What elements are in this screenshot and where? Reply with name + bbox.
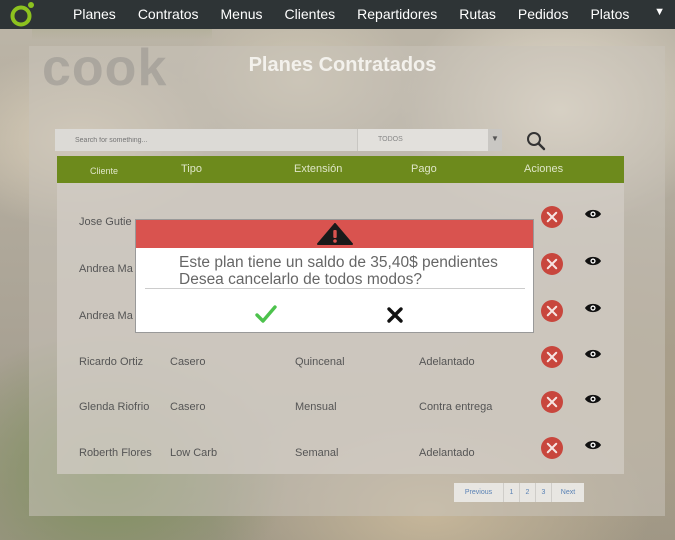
eye-icon[interactable]	[584, 439, 602, 451]
column-header-pago[interactable]: Pago	[411, 163, 437, 175]
cell-pago: Adelantado	[419, 447, 475, 459]
pagination-page-2[interactable]: 2	[520, 483, 536, 502]
nav-item-pedidos[interactable]: Pedidos	[507, 0, 580, 29]
cell-cliente: Ricardo Ortiz	[79, 356, 144, 368]
pagination-page-3[interactable]: 3	[536, 483, 552, 502]
pagination-previous-button[interactable]: Previous	[454, 483, 504, 502]
nav-menu: Planes Contratos Menus Clientes Repartid…	[62, 0, 640, 29]
nav-item-platos[interactable]: Platos	[579, 0, 640, 29]
page-title: Planes Contratados	[248, 54, 437, 76]
cell-tipo: Low Carb	[170, 447, 218, 459]
nav-item-menus[interactable]: Menus	[210, 0, 274, 29]
check-icon[interactable]	[254, 303, 278, 325]
cell-cliente: Andrea Ma	[79, 263, 133, 275]
nav-item-repartidores[interactable]: Repartidores	[346, 0, 448, 29]
dialog-message-line-2: Desea cancelarlo de todos modos?	[179, 271, 422, 288]
eye-icon[interactable]	[584, 348, 602, 360]
table-row: Roberth Flores Low Carb Semanal Adelanta…	[57, 434, 624, 474]
table-header: Cliente Tipo Extensión Pago Aciones	[57, 156, 624, 183]
filter-selected-value: TODOS	[378, 136, 403, 143]
eye-icon[interactable]	[584, 255, 602, 267]
dialog-header	[136, 220, 533, 248]
delete-button[interactable]	[541, 346, 563, 368]
confirm-cancel-dialog: Este plan tiene un saldo de 35,40$ pendi…	[135, 219, 534, 333]
cell-cliente: Glenda Riofrio	[79, 401, 150, 413]
warning-triangle-icon	[317, 223, 353, 245]
cell-tipo: Casero	[170, 356, 206, 368]
nav-item-clientes[interactable]: Clientes	[274, 0, 347, 29]
dialog-message: Este plan tiene un saldo de 35,40$ pendi…	[179, 254, 498, 288]
cell-cliente: Andrea Ma	[79, 310, 133, 322]
cell-cliente: Jose Gutie	[79, 216, 132, 228]
filter-select[interactable]: TODOS ▼	[357, 129, 502, 151]
search-row: TODOS ▼	[55, 129, 502, 151]
cell-pago: Adelantado	[419, 356, 475, 368]
cell-tipo: Casero	[170, 401, 206, 413]
column-header-extension[interactable]: Extensión	[294, 163, 342, 175]
cell-cliente: Roberth Flores	[79, 447, 152, 459]
pagination-page-1[interactable]: 1	[504, 483, 520, 502]
cell-extension: Quincenal	[295, 356, 345, 368]
delete-button[interactable]	[541, 206, 563, 228]
dialog-message-line-1: Este plan tiene un saldo de 35,40$ pendi…	[179, 254, 498, 271]
dialog-divider	[145, 288, 525, 289]
delete-button[interactable]	[541, 300, 563, 322]
delete-button[interactable]	[541, 253, 563, 275]
search-icon[interactable]	[526, 131, 546, 151]
eye-icon[interactable]	[584, 208, 602, 220]
close-x-icon[interactable]	[385, 305, 405, 325]
eye-icon[interactable]	[584, 393, 602, 405]
top-navbar: Planes Contratos Menus Clientes Repartid…	[0, 0, 675, 29]
nav-dropdown-caret-icon[interactable]: ▼	[654, 6, 665, 18]
cell-pago: Contra entrega	[419, 401, 493, 413]
delete-button[interactable]	[541, 437, 563, 459]
column-header-tipo[interactable]: Tipo	[181, 163, 202, 175]
table-row: Ricardo Ortiz Casero Quincenal Adelantad…	[57, 343, 624, 383]
table-row: Glenda Riofrio Casero Mensual Contra ent…	[57, 388, 624, 428]
column-header-acciones: Aciones	[524, 163, 564, 175]
pagination: Previous 1 2 3 Next	[454, 483, 584, 502]
logo-mark-icon[interactable]	[10, 1, 36, 27]
eye-icon[interactable]	[584, 302, 602, 314]
cell-extension: Semanal	[295, 447, 339, 459]
chevron-down-icon[interactable]: ▼	[488, 129, 502, 151]
nav-item-planes[interactable]: Planes	[62, 0, 127, 29]
search-input[interactable]	[55, 129, 357, 151]
pagination-next-button[interactable]: Next	[552, 483, 584, 502]
nav-item-rutas[interactable]: Rutas	[448, 0, 507, 29]
delete-button[interactable]	[541, 391, 563, 413]
cell-extension: Mensual	[295, 401, 337, 413]
nav-item-contratos[interactable]: Contratos	[127, 0, 210, 29]
column-header-cliente[interactable]: Cliente	[90, 166, 118, 176]
